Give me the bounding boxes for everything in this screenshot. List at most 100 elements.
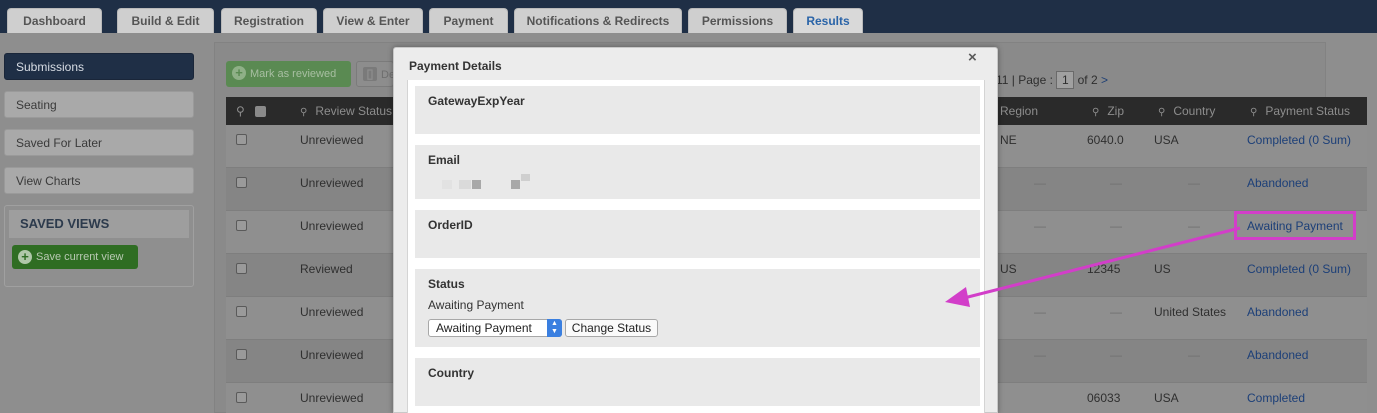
country: USA (1154, 391, 1179, 405)
tab-results[interactable]: Results (793, 8, 863, 33)
pager-prefix: 11 | Page : (996, 73, 1053, 87)
email-label: Email (428, 153, 461, 167)
sidebar-item-seating[interactable]: Seating (4, 91, 194, 118)
field-status: Status Awaiting Payment Awaiting Payment… (415, 269, 980, 347)
review-status: Reviewed (300, 262, 353, 276)
tab-build-edit[interactable]: Build & Edit (117, 8, 214, 33)
sidebar-item-view-charts[interactable]: View Charts (4, 167, 194, 194)
tab-permissions[interactable]: Permissions (688, 8, 787, 33)
payment-details-dialog: Payment Details × GatewayExpYear Email O… (393, 47, 998, 413)
review-status-header: Review Status (315, 104, 393, 118)
review-status: Unreviewed (300, 348, 364, 362)
pager: 11 | Page : 1 of 2 > (996, 71, 1108, 89)
redacted-email (459, 180, 471, 189)
payment-status-link[interactable]: Completed (0 Sum) (1247, 133, 1351, 147)
zip: — (1110, 176, 1122, 190)
row-checkbox[interactable] (236, 306, 247, 317)
country: United States (1154, 305, 1227, 319)
dialog-title: Payment Details (409, 59, 502, 73)
payment-status-link[interactable]: Abandoned (1247, 348, 1308, 362)
top-nav: Dashboard Build & Edit Registration View… (0, 0, 1377, 33)
country-label: Country (428, 366, 474, 380)
review-status: Unreviewed (300, 219, 364, 233)
plus-icon: + (18, 250, 32, 264)
status-select-value: Awaiting Payment (436, 321, 532, 335)
save-current-view-label: Save current view (36, 251, 124, 263)
redacted-email (511, 180, 520, 189)
region: NE (1000, 133, 1017, 147)
region: — (1034, 305, 1046, 319)
column-region[interactable]: Region (1000, 97, 1038, 125)
sidebar-item-submissions[interactable]: Submissions (4, 53, 194, 80)
redacted-email (472, 180, 481, 189)
zip: 06033 (1087, 391, 1121, 405)
region-header: Region (1000, 104, 1039, 118)
field-email: Email (415, 145, 980, 199)
zip: — (1110, 305, 1122, 319)
country: — (1188, 219, 1200, 233)
zip: 12345 (1087, 262, 1121, 276)
next-page-link[interactable]: > (1101, 73, 1108, 87)
search-icon: ⚲ (1158, 107, 1166, 118)
country-header: Country (1173, 104, 1216, 118)
mark-as-reviewed-label: Mark as reviewed (250, 68, 337, 80)
trash-icon: ▯ (363, 67, 377, 81)
save-current-view-button[interactable]: + Save current view (12, 245, 138, 269)
row-checkbox[interactable] (236, 349, 247, 360)
tab-payment[interactable]: Payment (429, 8, 508, 33)
search-icon: ⚲ (300, 107, 308, 118)
change-status-button[interactable]: Change Status (565, 319, 658, 337)
column-zip[interactable]: ⚲ Zip (1092, 97, 1124, 125)
column-review-status[interactable]: ⚲ Review Status (300, 97, 392, 125)
payment-status-link[interactable]: Abandoned (1247, 176, 1308, 190)
payment-status-link[interactable]: Completed (1247, 391, 1305, 405)
payment-status-header: Payment Status (1265, 104, 1351, 118)
column-country[interactable]: ⚲ Country (1158, 97, 1215, 125)
region: — (1034, 176, 1046, 190)
zip: — (1110, 348, 1122, 362)
saved-views-title: SAVED VIEWS (9, 210, 189, 238)
annotation-highlight-box (1234, 211, 1356, 240)
zip: 6040.0 (1087, 133, 1124, 147)
status-select[interactable]: Awaiting Payment ▲ ▼ (428, 319, 562, 337)
redacted-email (442, 180, 452, 189)
status-label: Status (428, 277, 465, 291)
row-checkbox[interactable] (236, 177, 247, 188)
row-checkbox[interactable] (236, 220, 247, 231)
tab-notifications-redirects[interactable]: Notifications & Redirects (514, 8, 682, 33)
review-status: Unreviewed (300, 133, 364, 147)
delete-button[interactable]: ▯ De (356, 61, 394, 87)
field-order-id: OrderID (415, 210, 980, 258)
saved-views-panel: SAVED VIEWS + Save current view (4, 205, 194, 287)
country: — (1188, 176, 1200, 190)
page-number-input[interactable]: 1 (1056, 71, 1075, 89)
order-id-label: OrderID (428, 218, 473, 232)
mark-as-reviewed-button[interactable]: + Mark as reviewed (226, 61, 351, 87)
redacted-email (521, 174, 530, 181)
payment-status-link[interactable]: Abandoned (1247, 305, 1308, 319)
status-value: Awaiting Payment (428, 298, 524, 312)
tab-dashboard[interactable]: Dashboard (7, 8, 102, 33)
country: USA (1154, 133, 1179, 147)
close-icon[interactable]: × (968, 49, 977, 66)
region: — (1034, 219, 1046, 233)
payment-status-link[interactable]: Completed (0 Sum) (1247, 262, 1351, 276)
row-checkbox[interactable] (236, 263, 247, 274)
tab-registration[interactable]: Registration (221, 8, 317, 33)
search-icon: ⚲ (1092, 107, 1100, 118)
pager-of: of 2 (1077, 73, 1098, 87)
gateway-exp-year-label: GatewayExpYear (428, 94, 525, 108)
country: US (1154, 262, 1171, 276)
select-arrows-icon: ▲ ▼ (547, 319, 562, 337)
review-status: Unreviewed (300, 176, 364, 190)
search-icon[interactable]: ⚲ (236, 97, 245, 125)
region: US (1000, 262, 1017, 276)
row-checkbox[interactable] (236, 134, 247, 145)
column-payment-status[interactable]: ⚲ Payment Status (1250, 97, 1350, 125)
tab-view-enter[interactable]: View & Enter (323, 8, 423, 33)
review-status: Unreviewed (300, 391, 364, 405)
row-checkbox[interactable] (236, 392, 247, 403)
select-all-checkbox[interactable] (255, 106, 266, 117)
sidebar-item-saved-for-later[interactable]: Saved For Later (4, 129, 194, 156)
dialog-body: GatewayExpYear Email OrderID Status Awai… (407, 80, 985, 413)
